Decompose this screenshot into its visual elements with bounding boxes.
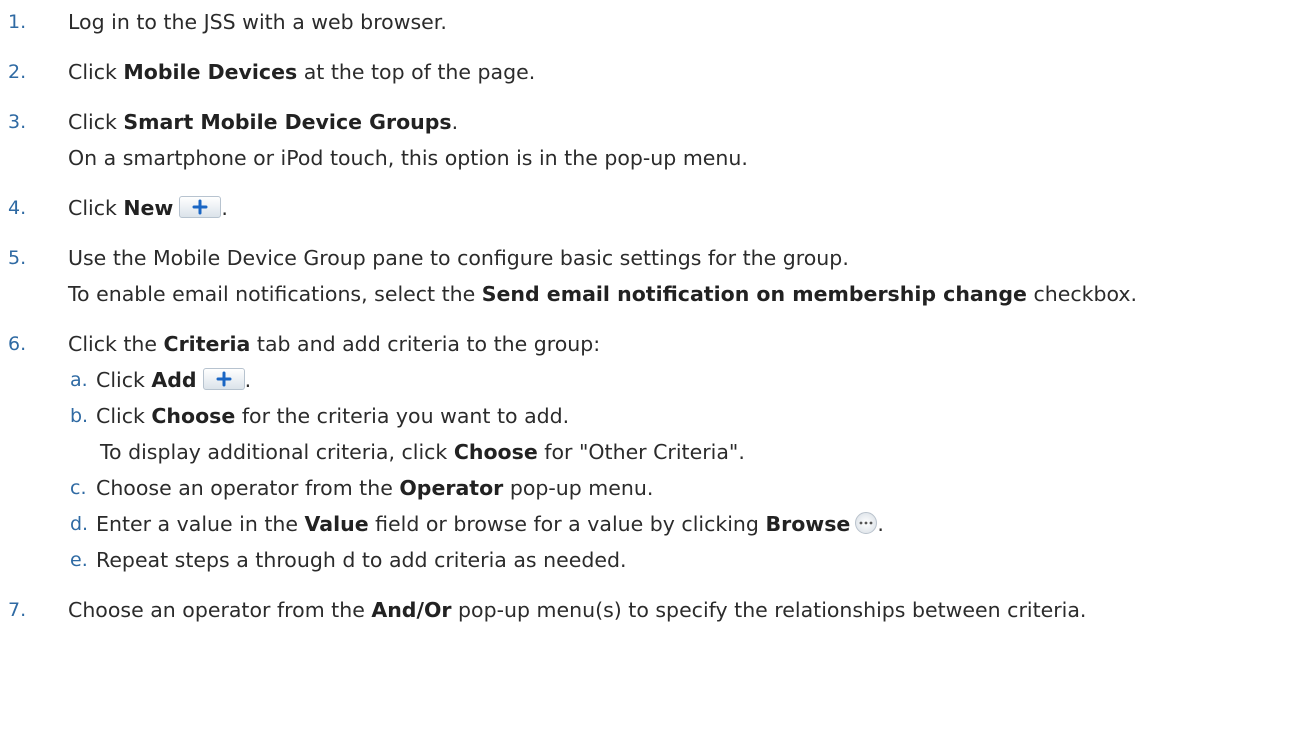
- step-number: 4.: [8, 197, 27, 219]
- ui-term: Choose: [151, 404, 236, 428]
- substep-letter: b.: [70, 405, 89, 427]
- substep-d-text: Enter a value in the Value field or brow…: [96, 510, 884, 538]
- ellipsis-icon: [859, 521, 873, 525]
- step-3-text: Click Smart Mobile Device Groups.: [68, 108, 458, 136]
- ui-term: And/Or: [371, 598, 452, 622]
- text: Enter a value in the: [96, 512, 305, 536]
- step-7-text: Choose an operator from the And/Or pop-u…: [68, 596, 1086, 624]
- text: Click: [68, 60, 124, 84]
- text: .: [877, 512, 884, 536]
- step-4-text: Click New.: [68, 194, 228, 222]
- text: .: [221, 196, 228, 220]
- text: checkbox.: [1026, 282, 1138, 306]
- text: Choose an operator from the: [68, 598, 372, 622]
- step-number: 2.: [8, 61, 27, 83]
- step-number: 5.: [8, 247, 27, 269]
- step-number: 7.: [8, 599, 27, 621]
- step-number: 3.: [8, 111, 27, 133]
- text: Click: [96, 404, 152, 428]
- text: Click: [96, 368, 152, 392]
- substep-letter: a.: [70, 369, 88, 391]
- step-1-text: Log in to the JSS with a web browser.: [68, 10, 447, 34]
- new-button-image: [179, 196, 222, 218]
- step-3-note: On a smartphone or iPod touch, this opti…: [68, 146, 748, 170]
- substep-e-text: Repeat steps a through d to add criteria…: [96, 548, 627, 572]
- text: .: [244, 368, 252, 392]
- text: Click: [68, 196, 124, 220]
- ui-term: Add: [151, 368, 197, 392]
- ui-term: New: [123, 196, 174, 220]
- step-number: 1.: [8, 11, 27, 33]
- substep-letter: d.: [70, 513, 89, 535]
- text: tab and add criteria to the group:: [250, 332, 601, 356]
- text: Click: [68, 110, 124, 134]
- instruction-list: 1. Log in to the JSS with a web browser.…: [0, 0, 1294, 748]
- ui-term: Choose: [453, 440, 538, 464]
- step-6-text: Click the Criteria tab and add criteria …: [68, 330, 600, 358]
- substep-c-text: Choose an operator from the Operator pop…: [96, 474, 653, 502]
- ui-term: Smart Mobile Device Groups: [123, 110, 452, 134]
- text: for "Other Criteria".: [537, 440, 745, 464]
- text: at the top of the page.: [297, 60, 536, 84]
- text: To display additional criteria, click: [100, 440, 454, 464]
- text: for the criteria you want to add.: [235, 404, 570, 428]
- substep-letter: c.: [70, 477, 87, 499]
- step-number: 6.: [8, 333, 27, 355]
- text: .: [451, 110, 459, 134]
- ui-term: Browse: [765, 512, 851, 536]
- step-5-text: Use the Mobile Device Group pane to conf…: [68, 246, 849, 270]
- substep-a-text: Click Add.: [96, 366, 251, 394]
- ui-term: Mobile Devices: [123, 60, 298, 84]
- substep-letter: e.: [70, 549, 88, 571]
- plus-icon: [192, 199, 208, 215]
- ui-term: Value: [304, 512, 369, 536]
- text: Choose an operator from the: [96, 476, 400, 500]
- text: pop-up menu.: [503, 476, 654, 500]
- browse-button-image: [855, 512, 878, 534]
- ui-term: Operator: [399, 476, 504, 500]
- plus-icon: [216, 371, 232, 387]
- text: To enable email notifications, select th…: [68, 282, 482, 306]
- text: pop-up menu(s) to specify the relationsh…: [451, 598, 1087, 622]
- add-button-image: [202, 368, 245, 390]
- substep-b-text: Click Choose for the criteria you want t…: [96, 402, 569, 430]
- step-2-text: Click Mobile Devices at the top of the p…: [68, 58, 535, 86]
- ui-term: Criteria: [163, 332, 251, 356]
- ui-term: Send email notification on membership ch…: [481, 282, 1027, 306]
- substep-b-note: To display additional criteria, click Ch…: [100, 438, 745, 466]
- step-5-note: To enable email notifications, select th…: [68, 280, 1137, 308]
- text: field or browse for a value by clicking: [368, 512, 766, 536]
- text: Click the: [68, 332, 164, 356]
